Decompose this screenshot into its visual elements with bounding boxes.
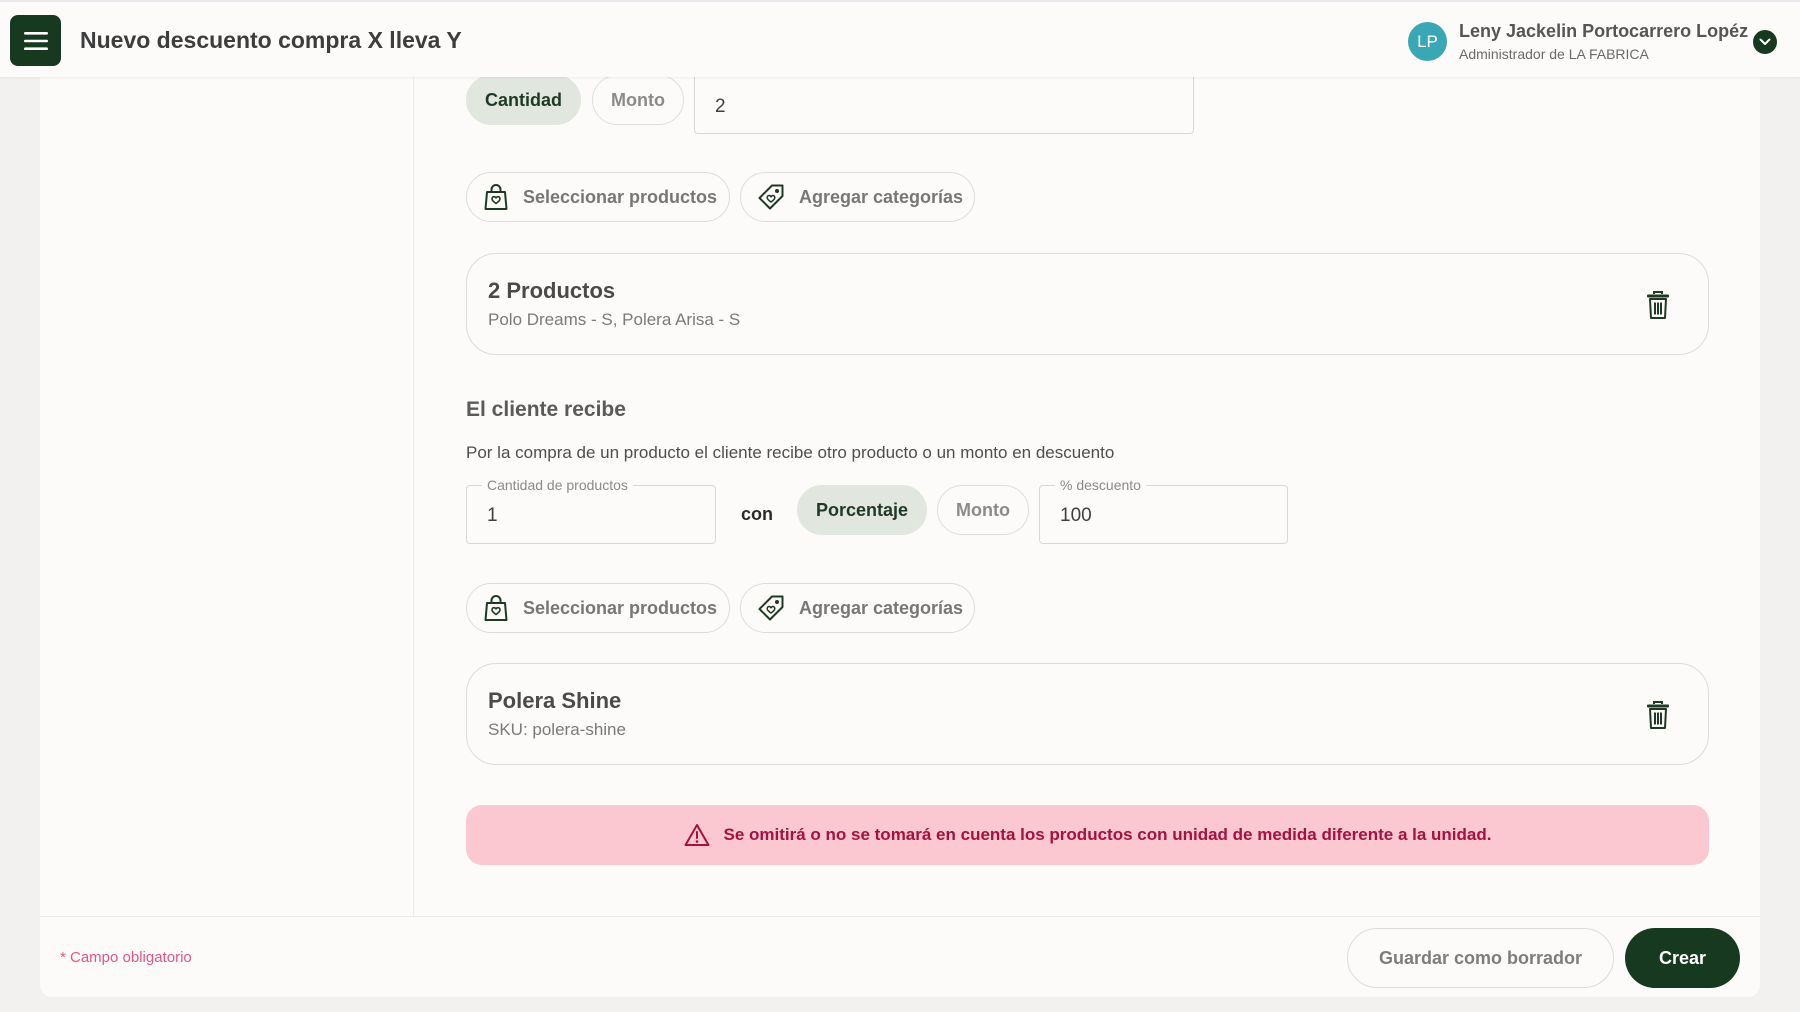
discount-percent-label: % descuento	[1055, 477, 1146, 493]
page-title: Nuevo descuento compra X lleva Y	[80, 27, 462, 53]
buy-type-monto[interactable]: Monto	[592, 75, 684, 125]
get-selection-title: Polera Shine	[488, 688, 622, 713]
shopping-bag-icon	[484, 595, 508, 621]
buy-selection-delete-button[interactable]	[1645, 290, 1671, 320]
tag-icon	[758, 184, 784, 210]
get-add-categories-label: Agregar categorías	[799, 597, 964, 618]
get-quantity-field[interactable]: Cantidad de productos 1	[466, 477, 716, 544]
buy-select-products-label: Seleccionar productos	[523, 186, 718, 207]
left-column	[40, 77, 414, 916]
discount-percent-field[interactable]: % descuento 100	[1039, 477, 1288, 544]
buy-add-categories-label: Agregar categorías	[799, 186, 964, 207]
get-select-products-button[interactable]: Seleccionar productos	[466, 583, 730, 633]
receives-title: El cliente recibe	[466, 398, 626, 421]
tag-icon	[758, 595, 784, 621]
save-draft-button[interactable]: Guardar como borrador	[1347, 928, 1614, 988]
trash-icon	[1647, 291, 1669, 319]
user-role: Administrador de LA FABRICA	[1459, 46, 1649, 62]
trash-icon	[1647, 701, 1669, 729]
get-add-categories-button[interactable]: Agregar categorías	[740, 583, 975, 633]
buy-quantity-field[interactable]: 2	[694, 75, 1194, 134]
top-bar: Nuevo descuento compra X lleva Y LP Leny…	[0, 0, 1800, 77]
buy-add-categories-button[interactable]: Agregar categorías	[740, 172, 975, 222]
buy-selection-subtitle: Polo Dreams - S, Polera Arisa - S	[488, 310, 741, 329]
alert-text: Se omitirá o no se tomará en cuenta los …	[723, 825, 1492, 844]
get-selection-delete-button[interactable]	[1645, 700, 1671, 730]
con-label: con	[741, 504, 774, 524]
buy-type-cantidad[interactable]: Cantidad	[466, 75, 581, 125]
get-quantity-value: 1	[487, 505, 498, 526]
discount-type-monto[interactable]: Monto	[937, 485, 1029, 535]
chevron-down-icon	[1759, 38, 1771, 45]
discount-type-porcentaje[interactable]: Porcentaje	[797, 485, 927, 535]
user-menu-toggle[interactable]	[1753, 30, 1777, 54]
buy-selection-card: 2 Productos Polo Dreams - S, Polera Aris…	[466, 253, 1709, 355]
create-button[interactable]: Crear	[1625, 928, 1740, 988]
buy-selection-title: 2 Productos	[488, 278, 616, 303]
receives-description: Por la compra de un producto el cliente …	[466, 443, 1115, 462]
get-selection-card: Polera Shine SKU: polera-shine	[466, 663, 1709, 765]
required-field-note: * Campo obligatorio	[60, 949, 192, 966]
get-selection-subtitle: SKU: polera-shine	[488, 720, 626, 739]
menu-button[interactable]	[10, 15, 61, 66]
get-quantity-label: Cantidad de productos	[482, 477, 633, 493]
footer-divider	[40, 916, 1760, 917]
warning-triangle-icon	[684, 824, 709, 846]
discount-percent-value: 100	[1060, 505, 1092, 526]
unit-warning-alert: Se omitirá o no se tomará en cuenta los …	[466, 805, 1709, 865]
user-name: Leny Jackelin Portocarrero Lopéz	[1459, 21, 1749, 41]
hamburger-icon	[23, 31, 48, 50]
get-select-products-label: Seleccionar productos	[523, 597, 718, 618]
shopping-bag-icon	[484, 184, 508, 210]
avatar[interactable]: LP	[1408, 22, 1447, 61]
buy-quantity-value: 2	[715, 96, 726, 117]
buy-select-products-button[interactable]: Seleccionar productos	[466, 172, 730, 222]
